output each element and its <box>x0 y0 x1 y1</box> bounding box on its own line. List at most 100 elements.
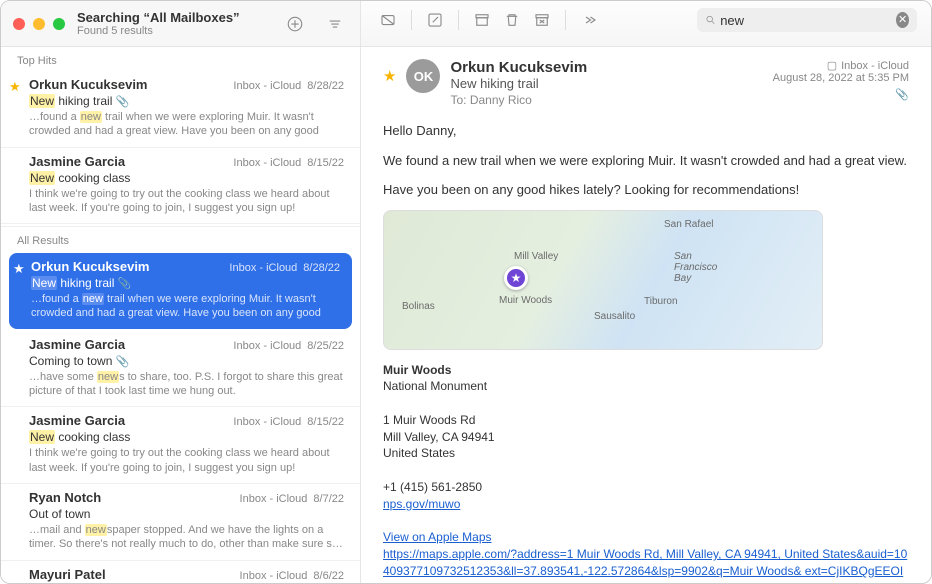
msg-preview: …found a new trail when we were explorin… <box>31 292 340 321</box>
maps-url-link[interactable]: https://maps.apple.com/?address=1 Muir W… <box>383 547 907 583</box>
msg-from: Jasmine Garcia <box>29 413 125 428</box>
place-addr2: Mill Valley, CA 94941 <box>383 429 909 446</box>
window-controls <box>13 18 65 30</box>
msg-preview: …have some news to share, too. P.S. I fo… <box>29 370 344 399</box>
toolbar-separator <box>458 10 459 30</box>
title-block: Searching “All Mailboxes” Found 5 result… <box>77 10 282 37</box>
view-on-maps-link[interactable]: View on Apple Maps <box>383 530 492 544</box>
mail-window: Searching “All Mailboxes” Found 5 result… <box>0 0 932 584</box>
search-icon <box>705 13 716 27</box>
section-all-results: All Results <box>1 226 360 251</box>
star-icon[interactable]: ★ <box>383 67 396 85</box>
close-window-button[interactable] <box>13 18 25 30</box>
delete-icon[interactable] <box>375 7 401 33</box>
reader-body: Hello Danny, We found a new trail when w… <box>383 121 909 200</box>
message-row[interactable]: Mayuri Patel Inbox - iCloud8/6/22 <box>1 561 360 583</box>
msg-from: Ryan Notch <box>29 490 101 505</box>
place-website-link[interactable]: nps.gov/muwo <box>383 497 460 511</box>
reader-header: ★ OK Orkun Kucuksevim New hiking trail T… <box>383 59 909 107</box>
msg-preview: I think we're going to try out the cooki… <box>29 187 344 216</box>
title-actions <box>282 11 348 37</box>
trash-icon[interactable] <box>499 7 525 33</box>
section-top-hits: Top Hits <box>1 47 360 71</box>
msg-meta: Inbox - iCloud8/15/22 <box>233 157 344 169</box>
map-label: Bolinas <box>402 301 435 312</box>
more-icon[interactable] <box>576 7 602 33</box>
msg-meta: Inbox - iCloud8/7/22 <box>240 493 344 505</box>
place-card: Muir Woods National Monument 1 Muir Wood… <box>383 362 909 584</box>
message-row[interactable]: ★ Orkun Kucuksevim Inbox - iCloud8/28/22 Ne… <box>1 71 360 148</box>
zoom-window-button[interactable] <box>53 18 65 30</box>
msg-subject: Out of town <box>29 507 344 521</box>
map-pin-icon: ★ <box>504 266 528 290</box>
search-input[interactable] <box>720 13 896 28</box>
place-phone: +1 (415) 561-2850 <box>383 479 909 496</box>
map-attachment[interactable]: ★ Mill Valley Muir Woods San Rafael San … <box>383 210 823 350</box>
reader-pane: ★ OK Orkun Kucuksevim New hiking trail T… <box>361 47 931 583</box>
msg-meta: Inbox - iCloud8/15/22 <box>233 416 344 428</box>
clear-search-button[interactable]: ✕ <box>896 12 909 28</box>
toolbar-separator <box>411 10 412 30</box>
junk-icon[interactable] <box>529 7 555 33</box>
new-mailbox-icon[interactable] <box>282 11 308 37</box>
reader-date: August 28, 2022 at 5:35 PM <box>773 72 909 84</box>
archive-icon[interactable] <box>469 7 495 33</box>
msg-preview: …mail and newspaper stopped. And we have… <box>29 523 344 552</box>
reader-meta: ▢Inbox - iCloud August 28, 2022 at 5:35 … <box>773 59 909 101</box>
star-icon: ★ <box>9 79 21 95</box>
titlebar: Searching “All Mailboxes” Found 5 result… <box>1 1 931 47</box>
attachment-icon: 📎 <box>116 96 130 108</box>
map-label: San Rafael <box>664 219 713 230</box>
message-list[interactable]: Top Hits ★ Orkun Kucuksevim Inbox - iCloud… <box>1 47 361 583</box>
toolbar: ✕ <box>361 1 931 39</box>
attachment-icon: 📎 <box>118 278 132 290</box>
msg-meta: Inbox - iCloud8/28/22 <box>233 80 344 92</box>
msg-from: Jasmine Garcia <box>29 337 125 352</box>
map-label: Tiburon <box>644 296 678 307</box>
reader-to: To: Danny Rico <box>450 93 762 107</box>
message-row[interactable]: Jasmine Garcia Inbox - iCloud8/15/22 New c… <box>1 148 360 225</box>
attachment-icon: 📎 <box>773 88 909 101</box>
msg-meta: Inbox - iCloud8/25/22 <box>233 340 344 352</box>
msg-meta: Inbox - iCloud8/28/22 <box>229 262 340 274</box>
message-row[interactable]: Jasmine Garcia Inbox - iCloud8/15/22 New c… <box>1 407 360 484</box>
msg-subject: New cooking class <box>29 430 344 444</box>
toolbar-separator <box>565 10 566 30</box>
place-addr1: 1 Muir Woods Rd <box>383 412 909 429</box>
avatar: OK <box>406 59 440 93</box>
msg-from: Orkun Kucuksevim <box>31 259 150 274</box>
search-box[interactable]: ✕ <box>697 8 917 32</box>
message-row[interactable]: Ryan Notch Inbox - iCloud8/7/22 Out of tow… <box>1 484 360 561</box>
msg-subject: New hiking trail 📎 <box>29 94 344 108</box>
inbox-icon: ▢ <box>827 59 837 72</box>
place-name: Muir Woods <box>383 362 909 379</box>
titlebar-left: Searching “All Mailboxes” Found 5 result… <box>1 1 361 46</box>
reader-from: Orkun Kucuksevim <box>450 59 762 76</box>
msg-meta: Inbox - iCloud8/6/22 <box>240 570 344 582</box>
attachment-icon: 📎 <box>116 356 130 368</box>
message-row[interactable]: ★ Orkun Kucuksevim Inbox - iCloud8/28/22 Ne… <box>9 253 352 329</box>
msg-subject: Coming to town 📎 <box>29 354 344 368</box>
msg-subject: New hiking trail 📎 <box>31 276 340 290</box>
msg-subject: New cooking class <box>29 171 344 185</box>
map-label: Muir Woods <box>499 295 552 306</box>
message-row[interactable]: Jasmine Garcia Inbox - iCloud8/25/22 Comin… <box>1 331 360 408</box>
map-label: Sausalito <box>594 311 635 322</box>
minimize-window-button[interactable] <box>33 18 45 30</box>
map-label: San Francisco Bay <box>674 251 724 284</box>
main: Top Hits ★ Orkun Kucuksevim Inbox - iCloud… <box>1 47 931 583</box>
place-sub: National Monument <box>383 378 909 395</box>
msg-from: Jasmine Garcia <box>29 154 125 169</box>
reader-subject: New hiking trail <box>450 76 762 91</box>
map-label: Mill Valley <box>514 251 558 262</box>
window-subtitle: Found 5 results <box>77 25 282 37</box>
msg-preview: …found a new trail when we were explorin… <box>29 110 344 139</box>
filter-icon[interactable] <box>322 11 348 37</box>
star-icon: ★ <box>13 261 25 277</box>
compose-icon[interactable] <box>422 7 448 33</box>
msg-from: Orkun Kucuksevim <box>29 77 148 92</box>
place-addr3: United States <box>383 445 909 462</box>
msg-from: Mayuri Patel <box>29 567 106 582</box>
window-title: Searching “All Mailboxes” <box>77 10 282 25</box>
msg-preview: I think we're going to try out the cooki… <box>29 446 344 475</box>
